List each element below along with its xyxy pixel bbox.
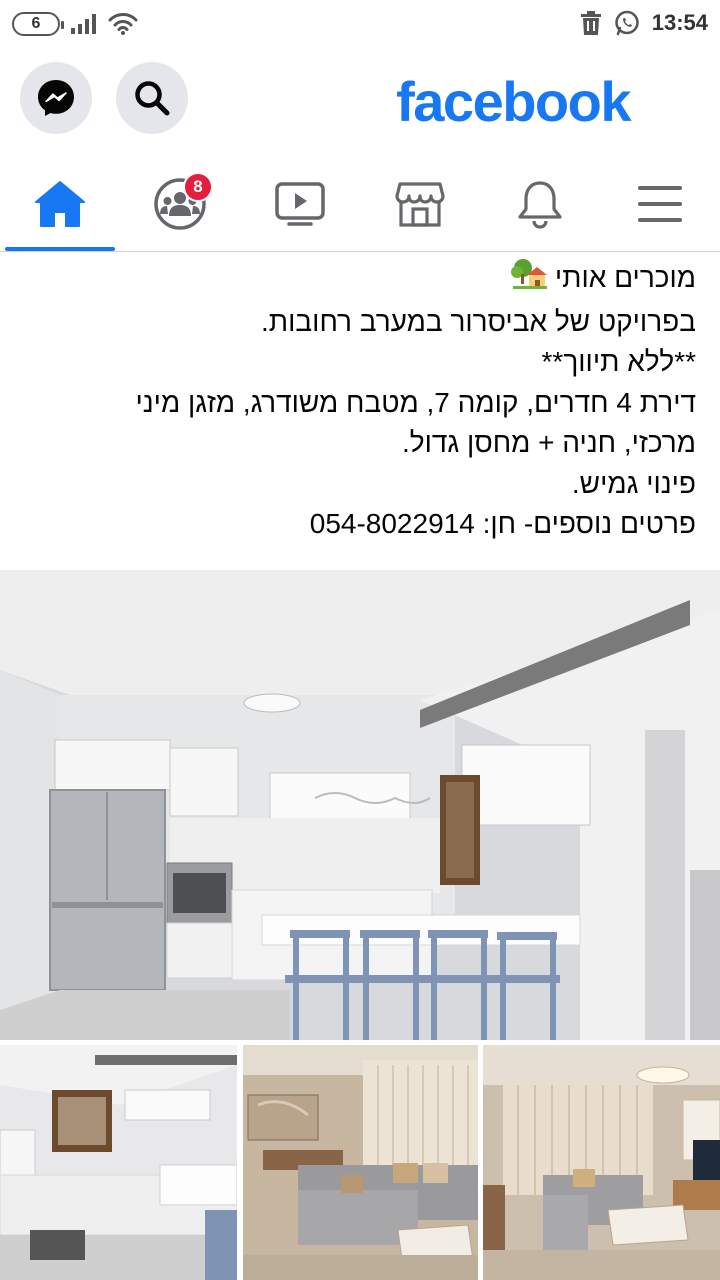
- tab-bar: 8: [0, 160, 720, 252]
- post-line: בפרויקט של אביסרור במערב רחובות.: [261, 305, 696, 337]
- app-header: facebook: [0, 55, 720, 145]
- post-text: מוכרים אותי בפרויקט של אביסרור במערב רחו…: [0, 258, 720, 545]
- battery-icon: 6: [12, 12, 64, 36]
- tab-menu[interactable]: [605, 160, 715, 248]
- search-button[interactable]: [116, 62, 188, 134]
- messenger-icon: [38, 80, 74, 116]
- whatsapp-icon: [614, 10, 639, 36]
- search-icon: [135, 81, 170, 116]
- status-bar: 6 13:54: [0, 0, 720, 50]
- house-with-garden-icon: [511, 258, 548, 302]
- post-photo-kitchen-window[interactable]: [0, 1045, 237, 1280]
- clock: 13:54: [651, 10, 708, 35]
- home-icon: [35, 181, 85, 227]
- post-photo-kitchen[interactable]: [0, 570, 720, 1040]
- trash-icon: [580, 11, 601, 35]
- tab-watch[interactable]: [245, 160, 355, 248]
- post-line: פינוי גמיש.: [571, 467, 696, 499]
- marketplace-icon: [395, 182, 445, 227]
- post-photo-living-room-1[interactable]: [243, 1045, 478, 1280]
- post-photo-living-room-2[interactable]: [483, 1045, 720, 1280]
- post-line: **ללא תיווך**: [541, 346, 696, 377]
- facebook-app-screen: 6 13:54 facebook 8 מוכרים אותי בפרויקט ש…: [0, 0, 720, 1280]
- signal-icon: [71, 14, 96, 34]
- post-line: פרטים נוספים- חן: 054-8022914: [309, 508, 696, 539]
- tab-home[interactable]: [5, 160, 115, 251]
- tab-marketplace[interactable]: [365, 160, 475, 248]
- battery-level: 6: [31, 15, 41, 32]
- facebook-logo[interactable]: facebook: [396, 69, 631, 134]
- tab-notifications[interactable]: [485, 160, 595, 248]
- tab-groups[interactable]: 8: [125, 160, 235, 248]
- bell-icon: [518, 181, 562, 229]
- notification-badge: 8: [183, 172, 213, 202]
- post-line: דירת 4 חדרים, קומה 7, מטבח משודרג, מזגן …: [135, 386, 696, 418]
- post-line: מוכרים אותי: [20, 258, 696, 302]
- hamburger-icon: [638, 186, 682, 222]
- video-icon: [275, 182, 325, 226]
- wifi-icon: [108, 13, 138, 35]
- messenger-button[interactable]: [20, 62, 92, 134]
- post-line: מרכזי, חניה + מחסן גדול.: [402, 427, 696, 458]
